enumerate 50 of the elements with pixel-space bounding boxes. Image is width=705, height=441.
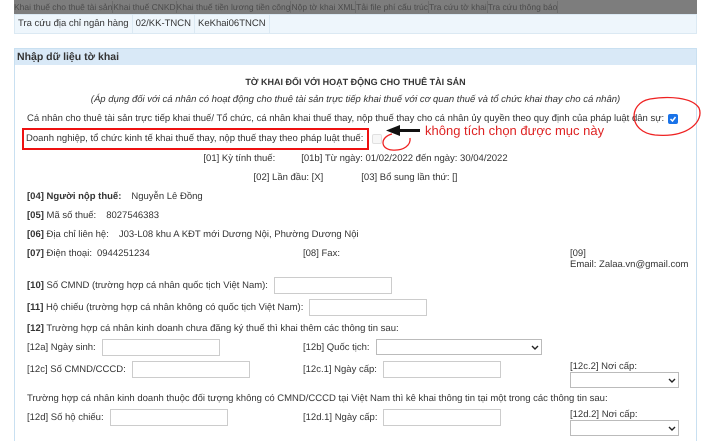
input-field[interactable] [309,298,428,316]
field-label: [12c.2] Nơi cấp: [570,361,637,372]
email-text: Email: Zalaa.vn@gmail.com [570,259,688,270]
field-label: [09] [570,248,587,259]
field-label: [12c] Số CMND/CCCD: [27,364,126,375]
field-value: 8027546383 [106,210,160,221]
chevron-down-icon [530,344,539,350]
form-title: TỜ KHAI ĐỐI VỚI HOẠT ĐỘNG CHO THUÊ TÀI SẢN [244,76,467,89]
field-label: [12d.2] Nơi cấp: [570,409,638,420]
status-text: [03] Bổ sung lần thứ: [] [361,172,458,183]
field-label: [11] Hộ chiếu (trường hợp cá nhân không có quốc tịch Việt Nam): [27,302,304,312]
input-field[interactable] [274,276,392,294]
field-value: Nguyễn Lê Đồng [131,191,203,202]
arrow-icon [386,125,420,136]
chevron-down-icon [668,378,676,382]
checkbox[interactable] [668,114,678,124]
status-text: [02] Lần đầu: [X] [254,172,324,183]
period-text: [01] Kỳ tính thuế: [203,153,276,164]
input-field[interactable] [110,409,228,426]
note-text: [12] Trường hợp cá nhân kinh doanh chưa đăng ký thuế thì khai thêm các thông tin sau: [27,322,400,336]
option-label: Doanh nghiệp, tổ chức kinh tế khai thuế thay, nộp thuế thay theo pháp luật thuế: [22,128,370,150]
lookup-link[interactable]: Tra cứu địa chỉ ngân hàng [15,15,133,33]
lookup-link[interactable]: KeKhai06TNCN [195,15,270,33]
note-text: Trường hợp cá nhân kinh doanh thuộc đối tượng không có CMND/CCCD tại Việt Nam thì kê khai thông tin tại một trong các thông tin sau: [27,392,609,406]
field-value: 0944251234 [96,248,150,259]
select-field[interactable] [376,339,542,355]
field-label: [12d.1] Ngày cấp: [303,412,378,423]
field-label: [12a] Ngày sinh: [27,342,96,353]
lookup-link[interactable]: 02/KK-TNCN [132,15,196,33]
period-text: [01b] Từ ngày: 01/02/2022 đến ngày: 30/04/2022 [301,153,508,164]
field-label: [04] Người nộp thuế: [27,191,122,202]
field-label: [10] Số CMND (trường hợp cá nhân quốc tịch Việt Nam): [27,280,268,290]
field-label: [08] Fax: [303,248,340,259]
select-field[interactable] [570,372,679,388]
field-label: [07] Điện thoại: [27,248,92,259]
annotation-text: không tích chọn được mục này [425,123,604,138]
form-subtitle: (Áp dụng đối với cá nhân có hoạt động cho thuê tài sản trực tiếp khai thuế với cơ quan thuế và tổ chức khai thay cho cá nhân) [90,92,622,107]
field-label: [06] Địa chỉ liên hệ: [27,229,109,240]
field-label: [12c.1] Ngày cấp: [303,364,377,375]
input-field[interactable] [132,361,250,378]
select-field[interactable] [570,420,679,436]
input-field[interactable] [102,339,220,356]
section-title: Nhập dữ liệu tờ khai [15,49,696,65]
field-label: [05] Mã số thuế: [27,210,96,221]
input-field[interactable] [382,361,501,378]
field-label: [12b] Quốc tịch: [303,342,370,352]
field-value: J03-L08 khu A KĐT mới Dương Nội, Phường Dương Nội [118,229,359,240]
field-label: [12d] Số hộ chiếu: [27,412,104,423]
chevron-down-icon [668,426,676,430]
input-field[interactable] [383,409,502,426]
